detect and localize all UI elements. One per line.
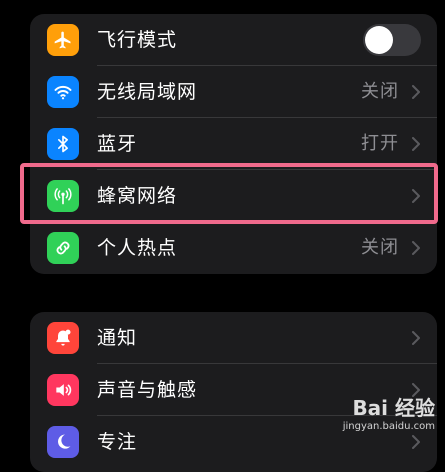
personal-hotspot-row[interactable]: 个人热点 关闭 bbox=[30, 222, 437, 274]
wifi-status: 关闭 bbox=[361, 81, 399, 102]
watermark-brand: Bai 经验 bbox=[352, 396, 435, 420]
airplane-icon bbox=[47, 24, 79, 56]
wifi-icon bbox=[47, 76, 79, 108]
watermark-url: jingyan.baidu.com bbox=[342, 421, 435, 432]
chevron-right-icon bbox=[412, 435, 420, 449]
chevron-right-icon bbox=[412, 241, 420, 255]
hotspot-chain-icon bbox=[47, 232, 79, 264]
bell-icon bbox=[47, 322, 79, 354]
airplane-mode-row[interactable]: 飞行模式 bbox=[30, 14, 437, 66]
wifi-label: 无线局域网 bbox=[97, 81, 198, 103]
focus-label: 专注 bbox=[97, 431, 138, 453]
notifications-label: 通知 bbox=[97, 327, 138, 349]
connectivity-settings-group: 飞行模式 无线局域网 关闭 蓝牙 打开 蜂窝网络 个人热点 关闭 bbox=[30, 14, 437, 274]
airplane-mode-toggle[interactable] bbox=[363, 24, 421, 56]
speaker-icon bbox=[47, 374, 79, 406]
notifications-row[interactable]: 通知 bbox=[30, 312, 437, 364]
wifi-row[interactable]: 无线局域网 关闭 bbox=[30, 66, 437, 118]
personal-hotspot-label: 个人热点 bbox=[97, 237, 178, 259]
toggle-knob bbox=[365, 26, 393, 54]
chevron-right-icon bbox=[412, 331, 420, 345]
cellular-highlight-box bbox=[20, 163, 438, 224]
chevron-right-icon bbox=[412, 85, 420, 99]
bluetooth-icon bbox=[47, 128, 79, 160]
sounds-haptics-label: 声音与触感 bbox=[97, 379, 198, 401]
chevron-right-icon bbox=[412, 137, 420, 151]
airplane-mode-label: 飞行模式 bbox=[97, 29, 178, 51]
personal-hotspot-status: 关闭 bbox=[361, 237, 399, 258]
moon-icon bbox=[47, 426, 79, 458]
baidu-jingyan-watermark: Bai 经验 jingyan.baidu.com bbox=[343, 392, 435, 432]
